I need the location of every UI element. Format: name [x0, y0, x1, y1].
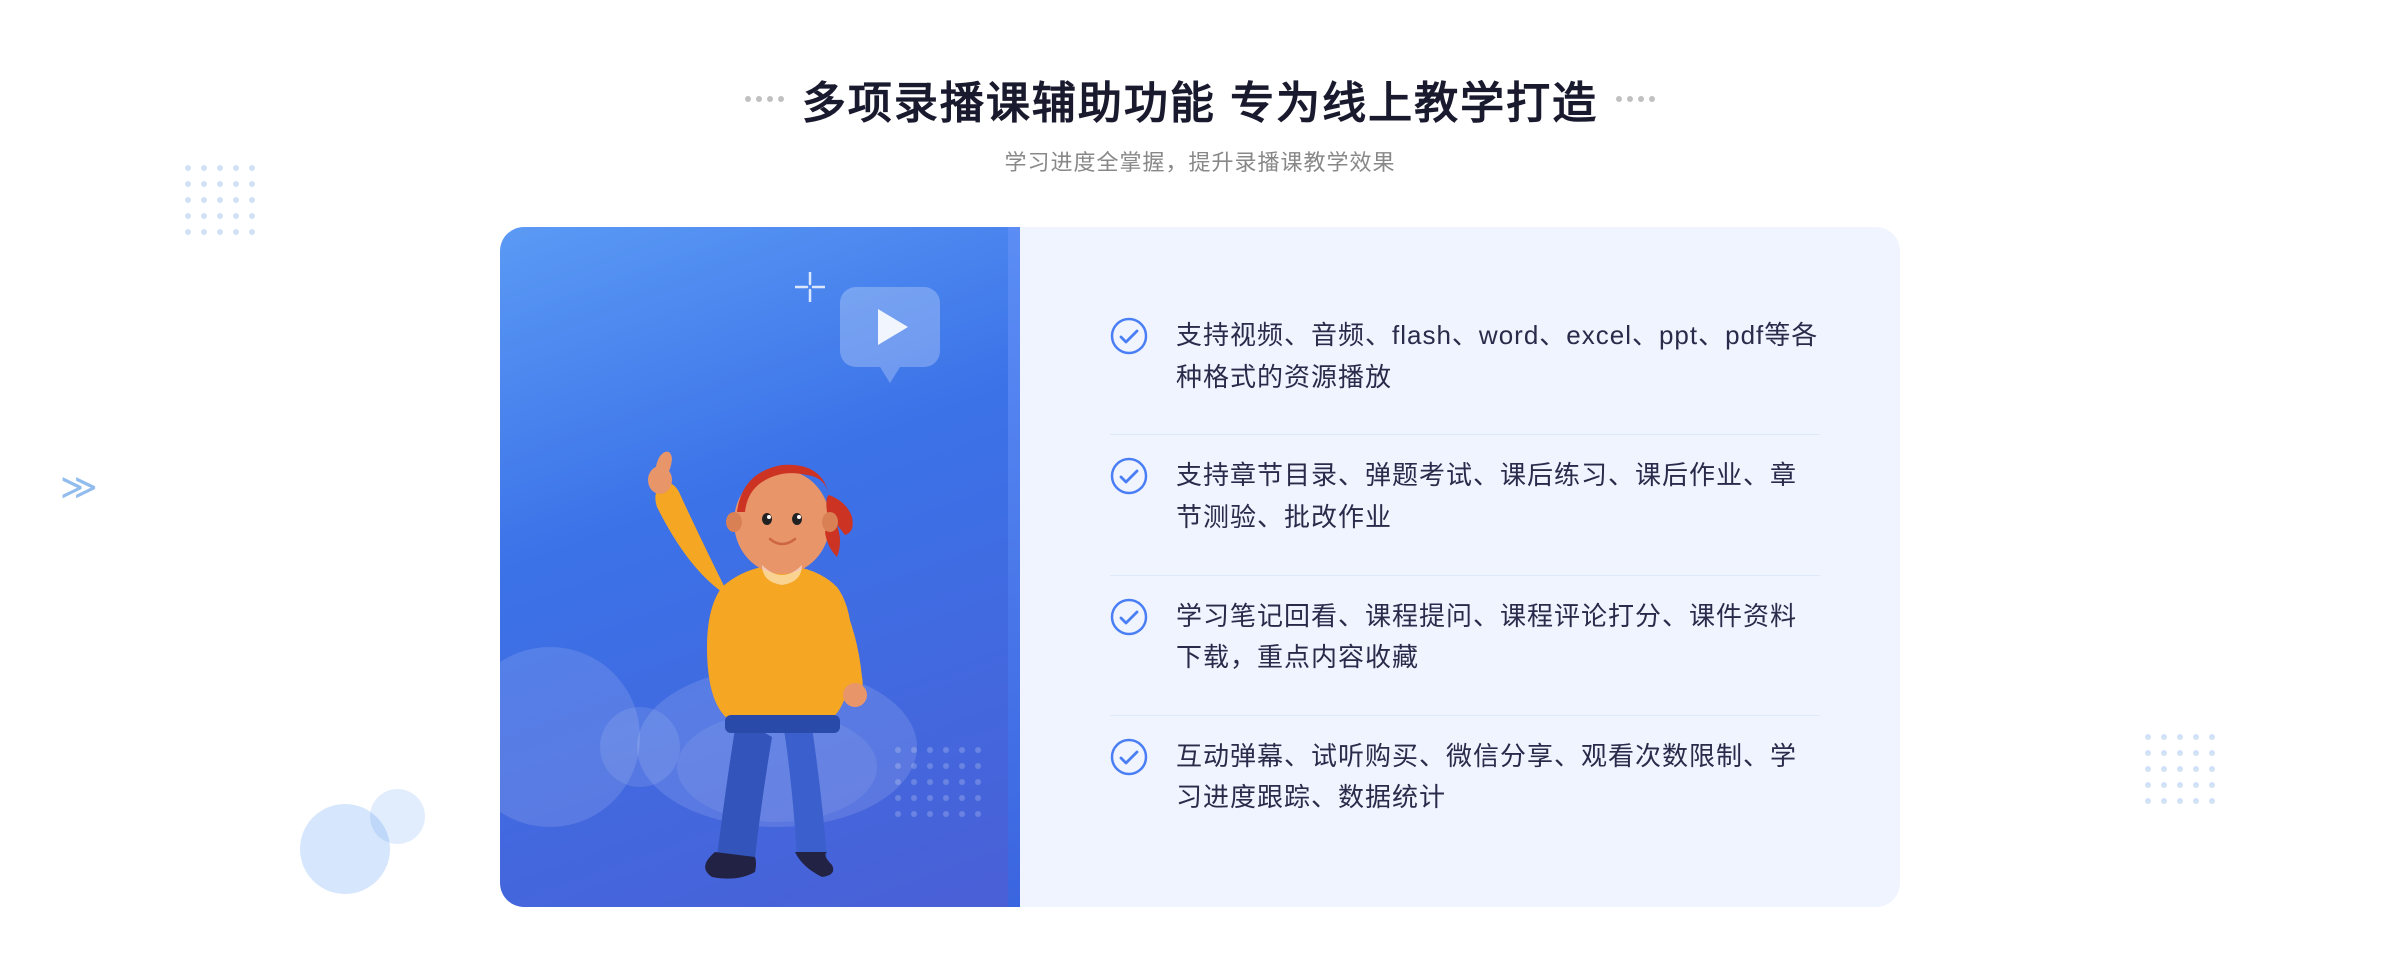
feature-text-3: 学习笔记回看、课程提问、课程评论打分、课件资料下载，重点内容收藏 [1176, 596, 1820, 679]
feature-text-2: 支持章节目录、弹题考试、课后练习、课后作业、章节测验、批改作业 [1176, 455, 1820, 538]
feature-item-3: 学习笔记回看、课程提问、课程评论打分、课件资料下载，重点内容收藏 [1110, 575, 1820, 699]
header-dot [1638, 96, 1644, 102]
page-container: ≫ 多项录播课辅助功能 专为线上教学打造 学习进度全掌握，提升录播课教学效果 [0, 0, 2400, 974]
check-icon-3 [1110, 598, 1148, 636]
play-icon [878, 309, 908, 345]
check-icon-1 [1110, 317, 1148, 355]
header-dot [745, 96, 751, 102]
main-content: 支持视频、音频、flash、word、excel、ppt、pdf等各种格式的资源… [500, 227, 1900, 907]
header-dot [1627, 96, 1633, 102]
feature-item-1: 支持视频、音频、flash、word、excel、ppt、pdf等各种格式的资源… [1110, 295, 1820, 418]
arrow-left-decoration: ≫ [60, 466, 98, 508]
header-decoration: 多项录播课辅助功能 专为线上教学打造 [745, 67, 1655, 131]
feature-item-2: 支持章节目录、弹题考试、课后练习、课后作业、章节测验、批改作业 [1110, 434, 1820, 558]
header-dot [1616, 96, 1622, 102]
feature-item-4: 互动弹幕、试听购买、微信分享、观看次数限制、学习进度跟踪、数据统计 [1110, 715, 1820, 839]
header-dot [1649, 96, 1655, 102]
header-dots-left [745, 96, 784, 102]
dot-grid-top-left [180, 160, 260, 245]
sparkle-decoration [795, 272, 825, 307]
check-icon-2 [1110, 457, 1148, 495]
illustration-panel [500, 227, 1020, 907]
deco-circle-small [370, 789, 425, 844]
header-dot [767, 96, 773, 102]
header-dot [778, 96, 784, 102]
human-figure-illustration [607, 347, 947, 907]
check-icon-4 [1110, 738, 1148, 776]
blue-stripe-accent [1008, 227, 1020, 907]
header-dot [756, 96, 762, 102]
dot-grid-bottom-right [2140, 729, 2220, 814]
page-subtitle: 学习进度全掌握，提升录播课教学效果 [745, 145, 1655, 177]
header-section: 多项录播课辅助功能 专为线上教学打造 学习进度全掌握，提升录播课教学效果 [745, 67, 1655, 177]
header-dots-right [1616, 96, 1655, 102]
feature-text-1: 支持视频、音频、flash、word、excel、ppt、pdf等各种格式的资源… [1176, 315, 1820, 398]
page-title: 多项录播课辅助功能 专为线上教学打造 [802, 67, 1598, 131]
features-panel: 支持视频、音频、flash、word、excel、ppt、pdf等各种格式的资源… [1020, 227, 1900, 907]
feature-text-4: 互动弹幕、试听购买、微信分享、观看次数限制、学习进度跟踪、数据统计 [1176, 736, 1820, 819]
